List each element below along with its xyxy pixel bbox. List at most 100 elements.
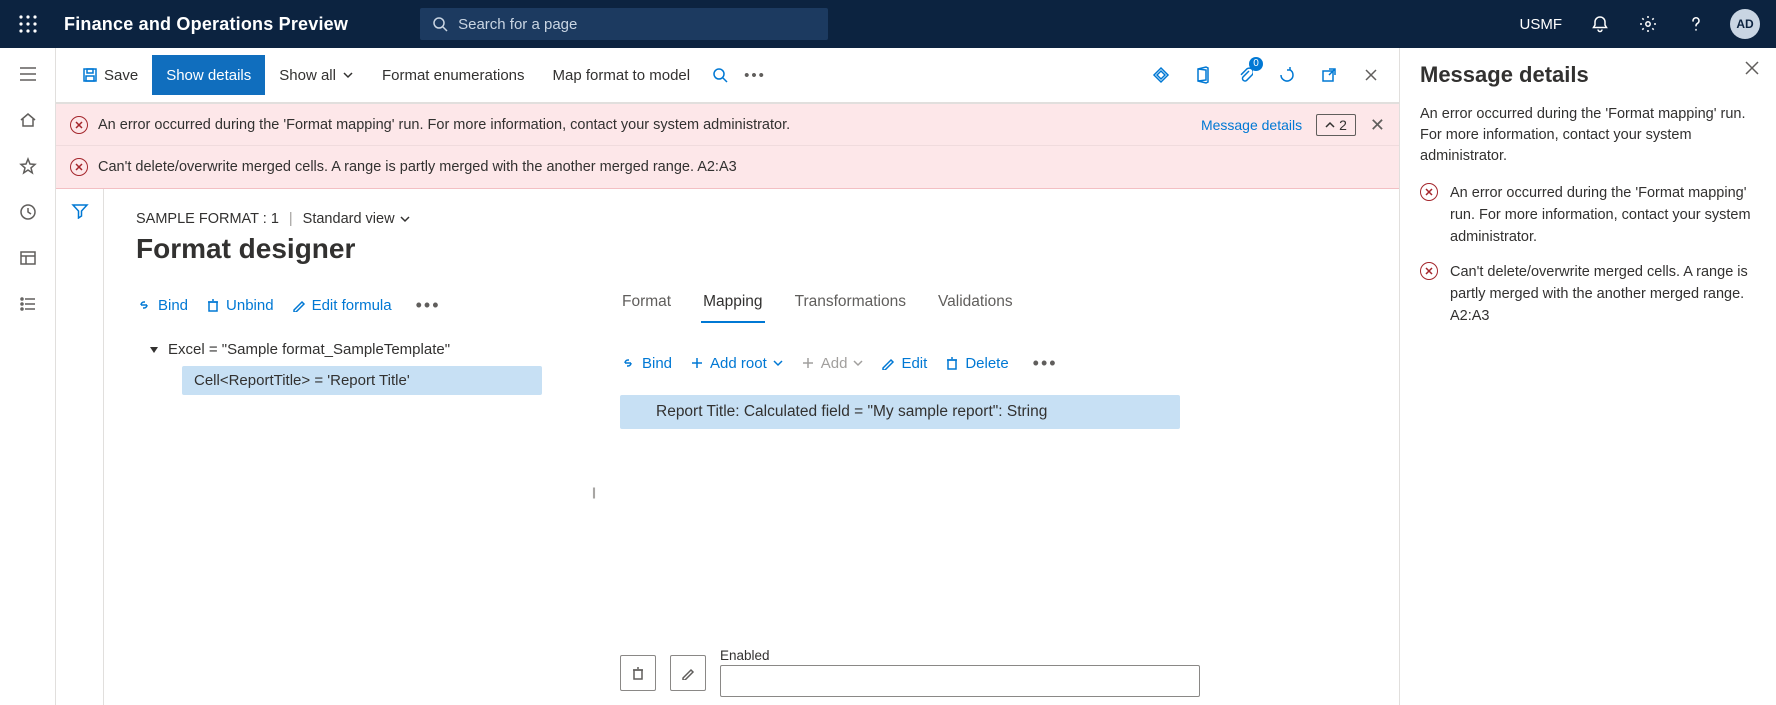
show-details-label: Show details xyxy=(166,67,251,84)
action-search-icon[interactable] xyxy=(704,55,736,95)
error-icon xyxy=(70,116,88,134)
caret-icon[interactable] xyxy=(150,347,158,353)
add-button: Add xyxy=(801,355,864,372)
panel-close-icon[interactable] xyxy=(1744,60,1760,79)
close-icon[interactable] xyxy=(1351,55,1391,95)
tree-overflow-icon[interactable]: ••• xyxy=(410,295,447,316)
bind-button[interactable]: Bind xyxy=(136,297,188,314)
favorites-icon[interactable] xyxy=(8,146,48,186)
legal-entity[interactable]: USMF xyxy=(1508,16,1575,33)
app-launcher-icon[interactable] xyxy=(8,15,48,33)
main-area: Save Show details Show all Format enumer… xyxy=(56,48,1400,705)
tree-child-label: Cell<ReportTitle> = 'Report Title' xyxy=(194,372,410,389)
attachments-count: 0 xyxy=(1249,57,1263,71)
view-label: Standard view xyxy=(303,211,395,227)
show-all-button[interactable]: Show all xyxy=(265,55,368,95)
mapping-tabs: Format Mapping Transformations Validatio… xyxy=(620,287,1367,323)
panel-summary: An error occurred during the 'Format map… xyxy=(1420,104,1752,167)
pane-resize-handle[interactable] xyxy=(590,287,596,697)
content: SAMPLE FORMAT : 1 | Standard view Format… xyxy=(56,189,1399,705)
delete-square-button[interactable] xyxy=(620,655,656,691)
format-enumerations-button[interactable]: Format enumerations xyxy=(368,55,539,95)
notifications-icon[interactable] xyxy=(1578,0,1622,48)
error-icon xyxy=(1420,183,1438,201)
view-selector[interactable]: Standard view xyxy=(303,211,411,227)
search-icon xyxy=(432,16,448,32)
diamond-icon[interactable] xyxy=(1141,55,1181,95)
mapping-pane: Format Mapping Transformations Validatio… xyxy=(620,287,1367,697)
chevron-down-icon xyxy=(342,69,354,81)
page-title: Format designer xyxy=(136,233,1367,265)
error-icon xyxy=(1420,262,1438,280)
left-nav-rail xyxy=(0,48,56,705)
mapping-toolbar: Bind Add root Add Edit Delete ••• xyxy=(620,345,1367,381)
help-icon[interactable] xyxy=(1674,0,1718,48)
edit-square-button[interactable] xyxy=(670,655,706,691)
save-button[interactable]: Save xyxy=(68,55,152,95)
topbar-right: USMF AD xyxy=(1508,0,1769,48)
search-placeholder: Search for a page xyxy=(458,16,577,33)
breadcrumb: SAMPLE FORMAT : 1 | Standard view xyxy=(136,211,1367,227)
banner-close-icon[interactable]: ✕ xyxy=(1370,116,1385,134)
delete-button[interactable]: Delete xyxy=(945,355,1008,372)
map-format-button[interactable]: Map format to model xyxy=(539,55,705,95)
popout-icon[interactable] xyxy=(1309,55,1349,95)
unbind-button[interactable]: Unbind xyxy=(206,297,274,314)
enabled-field: Enabled xyxy=(720,648,1200,697)
tab-format[interactable]: Format xyxy=(620,287,673,323)
refresh-icon[interactable] xyxy=(1267,55,1307,95)
format-tree: Excel = "Sample format_SampleTemplate" C… xyxy=(136,337,566,395)
chevron-down-icon xyxy=(773,358,783,368)
panel-message-item: An error occurred during the 'Format map… xyxy=(1420,183,1752,248)
map-format-label: Map format to model xyxy=(553,67,691,84)
banner-row-1: An error occurred during the 'Format map… xyxy=(56,104,1399,146)
modules-icon[interactable] xyxy=(8,284,48,324)
enabled-label: Enabled xyxy=(720,648,1200,663)
chevron-up-icon xyxy=(1325,120,1335,130)
action-bar: Save Show details Show all Format enumer… xyxy=(56,48,1399,104)
filter-icon[interactable] xyxy=(71,203,89,219)
avatar[interactable]: AD xyxy=(1730,9,1760,39)
tab-validations[interactable]: Validations xyxy=(936,287,1015,323)
format-enum-label: Format enumerations xyxy=(382,67,525,84)
settings-icon[interactable] xyxy=(1626,0,1670,48)
hamburger-icon[interactable] xyxy=(8,54,48,94)
action-overflow-icon[interactable]: ••• xyxy=(736,55,774,95)
search-input[interactable]: Search for a page xyxy=(420,8,828,40)
mapping-item-selected[interactable]: Report Title: Calculated field = "My sam… xyxy=(620,395,1180,429)
tab-mapping[interactable]: Mapping xyxy=(701,287,764,323)
tree-child-selected[interactable]: Cell<ReportTitle> = 'Report Title' xyxy=(182,366,542,395)
edit-formula-button[interactable]: Edit formula xyxy=(292,297,392,314)
show-all-label: Show all xyxy=(279,67,336,84)
crumb-text: SAMPLE FORMAT : 1 xyxy=(136,211,279,227)
tab-transformations[interactable]: Transformations xyxy=(793,287,908,323)
banner-message-2: Can't delete/overwrite merged cells. A r… xyxy=(98,159,737,175)
home-icon[interactable] xyxy=(8,100,48,140)
crumb-sep: | xyxy=(289,211,293,227)
bottom-row: Enabled xyxy=(620,636,1367,697)
action-right-icons: 0 xyxy=(1141,55,1391,95)
enabled-input[interactable] xyxy=(720,665,1200,697)
mapping-item-label: Report Title: Calculated field = "My sam… xyxy=(656,403,1047,420)
app-title: Finance and Operations Preview xyxy=(64,14,348,35)
add-root-button[interactable]: Add root xyxy=(690,355,783,372)
office-icon[interactable] xyxy=(1183,55,1223,95)
chevron-down-icon xyxy=(399,213,411,225)
panel-title: Message details xyxy=(1420,62,1752,88)
chevron-down-icon xyxy=(853,358,863,368)
banner-row-2: Can't delete/overwrite merged cells. A r… xyxy=(56,146,1399,188)
message-count-toggle[interactable]: 2 xyxy=(1316,114,1356,136)
mapping-overflow-icon[interactable]: ••• xyxy=(1027,353,1064,374)
filter-rail xyxy=(56,189,104,705)
message-details-link[interactable]: Message details xyxy=(1201,117,1302,133)
edit-button[interactable]: Edit xyxy=(881,355,927,372)
panel-message-text: Can't delete/overwrite merged cells. A r… xyxy=(1450,262,1752,327)
tree-root[interactable]: Excel = "Sample format_SampleTemplate" xyxy=(136,337,566,364)
attachments-icon[interactable]: 0 xyxy=(1225,55,1265,95)
recent-icon[interactable] xyxy=(8,192,48,232)
topbar: Finance and Operations Preview Search fo… xyxy=(0,0,1776,48)
show-details-button[interactable]: Show details xyxy=(152,55,265,95)
mapping-bind-button[interactable]: Bind xyxy=(620,355,672,372)
workspaces-icon[interactable] xyxy=(8,238,48,278)
message-details-panel: Message details An error occurred during… xyxy=(1400,48,1776,705)
